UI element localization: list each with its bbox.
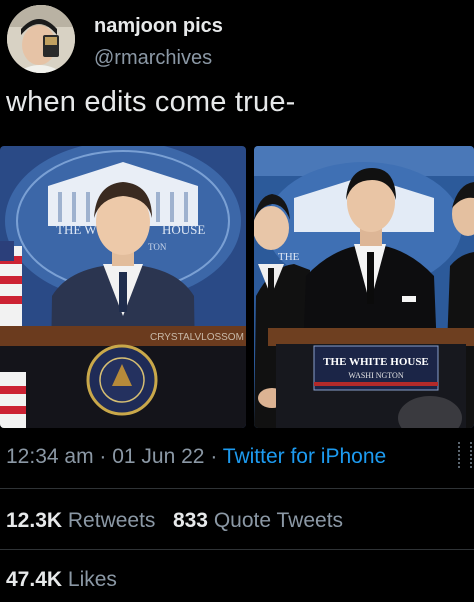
- tweet-date[interactable]: 01 Jun 22: [112, 445, 204, 468]
- media-photo-right[interactable]: THE THE WHITE HOUSE WASHI NGTON: [254, 146, 474, 428]
- tweet-meta: 12:34 am · 01 Jun 22 · Twitter for iPhon…: [6, 445, 386, 469]
- quote-tweets-label: Quote Tweets: [213, 509, 344, 532]
- divider: [0, 488, 474, 489]
- podium-sign-line-1: THE WHITE HOUSE: [323, 356, 429, 368]
- avatar-image: [7, 5, 75, 73]
- divider: [0, 549, 474, 550]
- likes-row: 47.4K Likes: [6, 568, 117, 592]
- quote-tweets-count: 833: [172, 509, 208, 532]
- retweets-label: Retweets: [67, 509, 156, 532]
- likes-label: Likes: [67, 568, 117, 591]
- engagement-row: 12.3K Retweets 833 Quote Tweets: [6, 509, 343, 533]
- backdrop-text-left-3: TON: [148, 242, 167, 252]
- author-display-name[interactable]: namjoon pics: [94, 15, 223, 38]
- author-handle[interactable]: @rmarchives: [94, 47, 212, 70]
- tweet-time[interactable]: 12:34 am: [6, 445, 94, 468]
- separator-dot: ·: [93, 445, 113, 468]
- backdrop-text-left-1: THE W: [56, 222, 97, 237]
- avatar[interactable]: [7, 5, 75, 73]
- likes-count: 47.4K: [6, 568, 63, 591]
- backdrop-text-left-2: HOUSE: [162, 222, 205, 237]
- retweets-count: 12.3K: [6, 509, 63, 532]
- tweet-header: namjoon pics @rmarchives: [0, 0, 474, 80]
- tweet-text: when edits come true-: [6, 86, 296, 118]
- quote-tweets-link[interactable]: 833 Quote Tweets: [173, 509, 343, 532]
- media-photo-left[interactable]: THE W HOUSE TON CRYSTALVLOSSOM: [0, 146, 246, 428]
- retweets-link[interactable]: 12.3K Retweets: [6, 509, 155, 532]
- tweet-media: THE W HOUSE TON CRYSTALVLOSSOM THE THE W…: [0, 146, 474, 428]
- analytics-icon[interactable]: [458, 442, 472, 468]
- podium-sign-line-2: WASHI NGTON: [348, 371, 403, 380]
- likes-link[interactable]: 47.4K Likes: [6, 568, 117, 591]
- separator-dot: ·: [204, 445, 223, 468]
- backdrop-text-right: THE: [278, 251, 300, 263]
- tweet-source-link[interactable]: Twitter for iPhone: [223, 445, 386, 468]
- press-briefing-photo: THE THE WHITE HOUSE WASHI NGTON: [254, 146, 474, 428]
- watermark-text: CRYSTALVLOSSOM: [150, 332, 244, 343]
- edited-photo: THE W HOUSE TON CRYSTALVLOSSOM: [0, 146, 246, 428]
